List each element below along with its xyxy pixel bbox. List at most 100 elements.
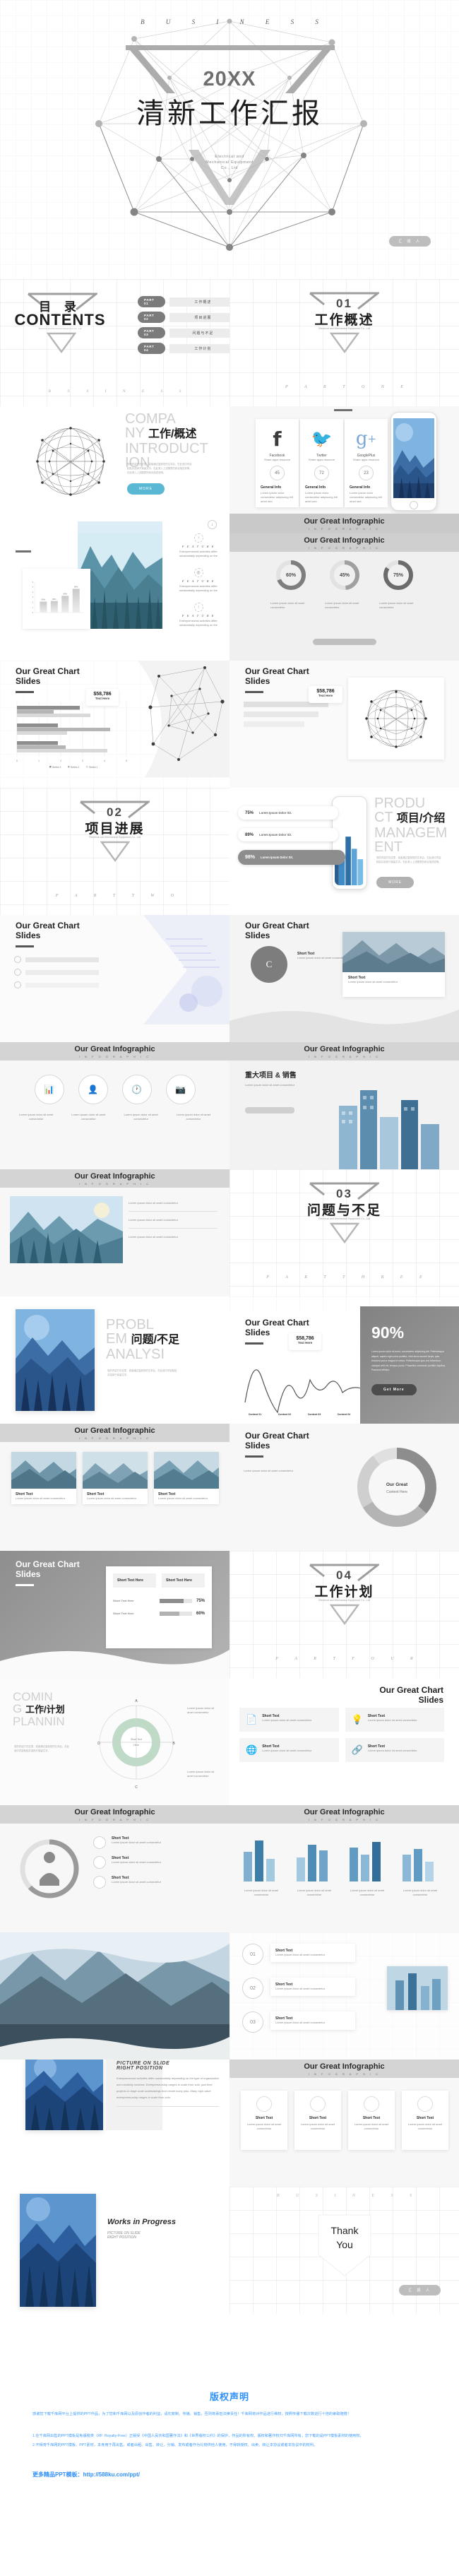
icon-grid-cell[interactable]: 🌐 Short Text Lorem ipsum dolor sit amet …	[239, 1738, 339, 1762]
social-card-googleplus[interactable]: g + GooglePlus Share apps resource 23 Gen…	[345, 419, 388, 507]
slide-line-chart-90: Our Great Chart Slides Content 01 Content…	[230, 1296, 459, 1424]
thankyou-presenter-pill[interactable]: 汇 报 人	[399, 2285, 441, 2296]
plan-title-cn: 工作/计划	[25, 1704, 65, 1715]
copyright-p3: 2.不得将千库网的PPT模板、PPT素材，本身用于再出售，或者出租、出售、转让、…	[32, 2443, 318, 2447]
image-card[interactable]: Short Text Lorem ipsum dolor sit amet co…	[11, 1452, 76, 1504]
image-card[interactable]: Short Text Lorem ipsum dolor sit amet co…	[83, 1452, 148, 1504]
list-item	[14, 969, 99, 976]
grid-card[interactable]: Short Text Lorem ipsum dolor sit amet co…	[241, 2091, 287, 2150]
feature-body: Entrepreneurial activities differ substa…	[179, 584, 218, 592]
toc-item-1[interactable]: PART 01 工作概述	[138, 296, 230, 307]
chart-list	[14, 956, 99, 994]
mountain-image	[78, 533, 162, 629]
problem-body: 您的内容打在这里，或者通过复制您的文本后，在此选中内容粘贴并选择只保留文字。	[107, 1369, 177, 1376]
product-more-button[interactable]: MORE	[376, 877, 414, 888]
grid-card[interactable]: Short Text Lorem ipsum dolor sit amet co…	[402, 2091, 448, 2150]
toc-item-4[interactable]: PART 04 工作计划	[138, 343, 230, 354]
icon-grid-cell[interactable]: 📄 Short Text Lorem ipsum dolor sit amet …	[239, 1708, 339, 1732]
toc-item-2[interactable]: PART 02 项目进展	[138, 312, 230, 323]
intro-accent-bar	[78, 521, 162, 533]
social-ring: 45	[270, 466, 285, 480]
wave-overlay	[0, 2037, 230, 2060]
copyright-p2: 1.在千库网出售的PPT模板是免版税类（RF: Royalty-Free）正版受…	[32, 2434, 364, 2438]
ring-caption: Lorem ipsum dolor sit amet consectetur	[379, 601, 414, 609]
circle-badge-letter: C	[266, 959, 273, 969]
timeline-item-3: 03 Short Text Lorem ipsum dolor sit amet…	[242, 2011, 355, 2033]
toc-item-3[interactable]: PART 03 问题与不足	[138, 327, 230, 338]
problem-ghost-b: EM	[106, 1331, 127, 1347]
section-triangle-down	[330, 1604, 359, 1625]
svg-text:Series 3: Series 3	[52, 766, 61, 769]
twitter-icon: 🐦	[311, 429, 333, 449]
feature-item-2: ◎ F E A T U R E Entrepreneurial activiti…	[172, 568, 225, 593]
scroll-down-icon[interactable]: ↓	[208, 520, 217, 529]
product-bar-pct: 75%	[245, 810, 254, 815]
table-row-value: 75%	[196, 1599, 205, 1603]
plan-wheel-chart: AB CD Short TextHere	[97, 1699, 175, 1790]
feature-body: Entrepreneurial activities differ substa…	[179, 619, 218, 627]
grid-card[interactable]: Short Text Lorem ipsum dolor sit amet co…	[348, 2091, 395, 2150]
list-item	[14, 956, 99, 963]
chart-title-2: Slides	[418, 1695, 443, 1705]
cover-presenter-pill[interactable]: 汇 报 人	[389, 236, 431, 247]
infographic-band-sub: I N F O G R A P H I C	[78, 1054, 151, 1058]
chart-title-1: Our Great Chart	[245, 921, 309, 930]
svg-text:45%: 45%	[339, 573, 350, 578]
row-planwheel-icongrid: COMIN G 工作/计划 PLANNIN 您的内容打在这里，或者通过复制您的文…	[0, 1678, 459, 1805]
share-icon: 🔗	[351, 1744, 363, 1755]
get-more-button[interactable]: Get More	[371, 1383, 417, 1395]
caption-item: Lorem ipsum dolor sit amet consectetur	[292, 1889, 336, 1897]
grid-card[interactable]: Short Text Lorem ipsum dolor sit amet co…	[294, 2091, 341, 2150]
info-row: Short Text Lorem ipsum dolor sit amet co…	[93, 1876, 213, 1889]
chart-title-1: Our Great Chart	[16, 666, 80, 676]
slide-cover: B U S I N E S S 20XX 清新工作汇报 Electrical a…	[0, 0, 459, 279]
contents-letters: B U S I N E S S	[48, 389, 189, 394]
camera-icon: 📷	[165, 1075, 196, 1104]
svg-text:2: 2	[60, 760, 61, 762]
slide-timeline: 01 Short Text Lorem ipsum dolor sit amet…	[230, 1932, 459, 2060]
svg-text:C: C	[135, 1785, 138, 1790]
social-body: Lorem ipsum dolor consectetur adipiscing…	[350, 491, 382, 503]
plan-ghost-b: G	[13, 1702, 23, 1715]
intro-more-button[interactable]: MORE	[127, 483, 165, 495]
icon-grid-cell[interactable]: 🔗 Short Text Lorem ipsum dolor sit amet …	[345, 1738, 444, 1762]
slide-card-grid: Our Great Infographic I N F O G R A P H …	[230, 2060, 459, 2187]
infographic-band-sub: I N F O G R A P H I C	[78, 1817, 151, 1821]
divider	[129, 1228, 217, 1229]
product-bar-3: 98% Lorem Ipsum Dolor Sit.	[238, 850, 345, 865]
toc-item-label: 问题与不足	[169, 328, 230, 338]
slide-section-03: 03 问题与不足 Electrical and Mechanical Equip…	[230, 1169, 459, 1296]
social-card-facebook[interactable]: f Facebook Share apps resource 45 Genera…	[256, 419, 299, 507]
up-arrow-icon: ↑	[193, 533, 203, 543]
city-bars-2	[297, 1845, 328, 1881]
row-section02-product: 02 项目进展 Electrical and Mechanical Equipm…	[0, 788, 459, 915]
social-card-twitter[interactable]: 🐦 Twitter Share apps resource 72 General…	[300, 419, 343, 507]
rule	[245, 1342, 263, 1345]
chart-title-2: Slides	[245, 930, 270, 940]
problem-line2: EM 问题/不足	[106, 1332, 179, 1347]
image-card[interactable]: Short Text Lorem ipsum dolor sit amet co…	[154, 1452, 219, 1504]
icon-grid-cell[interactable]: 💡 Short Text Lorem ipsum dolor sit amet …	[345, 1708, 444, 1732]
infographic-band: Our Great Infographic I N F O G R A P H …	[0, 1805, 230, 1824]
thankyou-letters: B U S I N E S S	[276, 2194, 420, 2198]
phone-home-button[interactable]	[410, 501, 418, 509]
svg-text:Content 02: Content 02	[278, 1413, 292, 1416]
image-trio-group: Short Text Lorem ipsum dolor sit amet co…	[11, 1452, 219, 1504]
section-title: 项目进展	[85, 822, 145, 837]
svg-text:Series 2: Series 2	[71, 766, 80, 769]
table-header-label: Short Text Here	[117, 1578, 143, 1583]
bar-chart-card: 0 1 2 3 4 5 6 60% 60% 80% 90%	[23, 569, 90, 629]
slide-chart-bars: Our Great Chart Slides 0 1 2 3 4 5 Serie…	[0, 661, 230, 788]
row-infographic-section03: Our Great Infographic I N F O G R A P H …	[0, 1169, 459, 1296]
image	[154, 1452, 219, 1489]
picture-body: Entrepreneurial activities differ substa…	[117, 2076, 219, 2099]
svg-text:Content 04: Content 04	[338, 1413, 351, 1416]
step-circle: 01	[242, 1944, 263, 1965]
donut-chart: Our Great Content Here	[357, 1448, 436, 1527]
svg-text:1: 1	[32, 606, 34, 609]
copyright-more-url[interactable]: http://588ku.com/ppt/	[83, 2471, 140, 2478]
thankyou-line2: You	[336, 2239, 353, 2250]
bullet-icon	[93, 1876, 106, 1889]
info-body: Lorem ipsum dolor sit amet consectetur	[112, 1841, 162, 1844]
circle-badge: C	[251, 946, 287, 983]
